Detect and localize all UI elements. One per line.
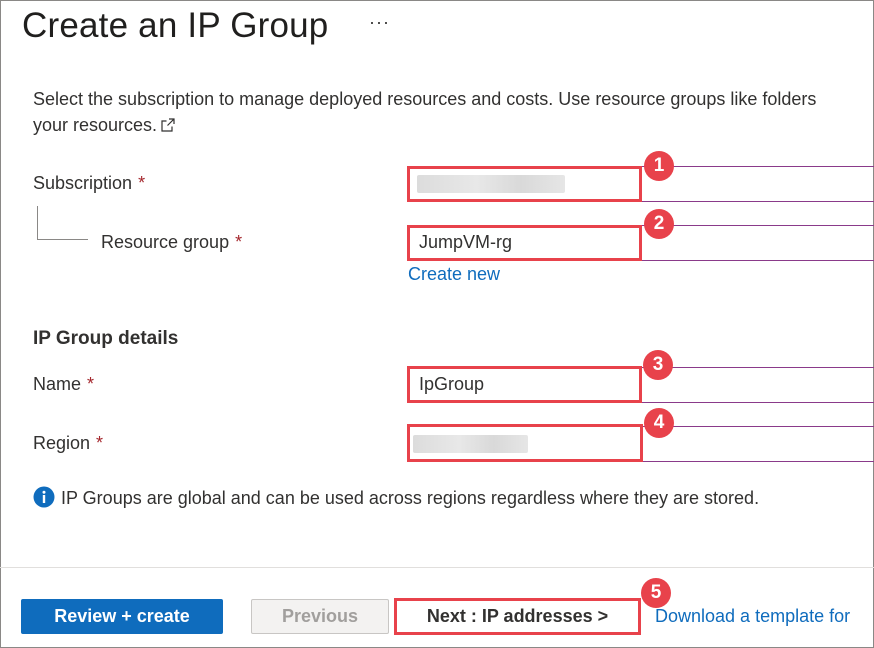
section-heading: IP Group details bbox=[33, 328, 179, 349]
region-label: Region * bbox=[33, 433, 103, 454]
annotation-badge-3: 3 bbox=[643, 350, 673, 380]
annotation-badge-2: 2 bbox=[644, 209, 674, 239]
create-new-link[interactable]: Create new bbox=[408, 264, 500, 285]
required-marker: * bbox=[87, 374, 95, 394]
resource-group-label: Resource group * bbox=[101, 232, 242, 253]
external-link-icon[interactable] bbox=[161, 113, 175, 132]
region-dropdown[interactable] bbox=[407, 426, 874, 462]
previous-button[interactable]: Previous bbox=[251, 599, 389, 634]
tree-connector bbox=[37, 206, 88, 240]
description-line2-wrap: your resources. bbox=[33, 112, 873, 138]
annotation-badge-5: 5 bbox=[641, 578, 671, 608]
review-create-button[interactable]: Review + create bbox=[21, 599, 223, 634]
name-value: IpGroup bbox=[419, 374, 485, 394]
name-label-text: Name bbox=[33, 374, 82, 394]
required-marker: * bbox=[96, 433, 104, 453]
description-line2: your resources. bbox=[33, 115, 158, 135]
annotation-badge-4: 4 bbox=[644, 408, 674, 438]
region-label-text: Region bbox=[33, 433, 91, 453]
subscription-dropdown[interactable] bbox=[407, 166, 874, 202]
name-input[interactable]: IpGroup bbox=[407, 367, 874, 403]
redacted-region bbox=[413, 435, 528, 453]
description-line1: Select the subscription to manage deploy… bbox=[33, 89, 817, 109]
info-text: IP Groups are global and can be used acr… bbox=[61, 488, 760, 508]
download-template-link[interactable]: Download a template for bbox=[655, 606, 850, 627]
resource-group-value: JumpVM-rg bbox=[419, 232, 513, 252]
description: Select the subscription to manage deploy… bbox=[33, 86, 873, 138]
annotation-badge-1: 1 bbox=[644, 151, 674, 181]
footer-divider bbox=[0, 567, 874, 568]
required-marker: * bbox=[235, 232, 243, 252]
redacted-subscription bbox=[417, 175, 565, 193]
resource-group-dropdown[interactable]: JumpVM-rg bbox=[407, 225, 874, 261]
more-icon[interactable]: ··· bbox=[369, 12, 390, 33]
subscription-label: Subscription * bbox=[33, 173, 145, 194]
next-ip-addresses-button[interactable]: Next : IP addresses > bbox=[395, 599, 640, 634]
info-icon bbox=[33, 486, 55, 508]
resource-group-label-text: Resource group bbox=[101, 232, 230, 252]
required-marker: * bbox=[138, 173, 146, 193]
subscription-label-text: Subscription bbox=[33, 173, 133, 193]
page-title: Create an IP Group bbox=[22, 6, 329, 45]
info-message: IP Groups are global and can be used acr… bbox=[33, 486, 759, 509]
name-label: Name * bbox=[33, 374, 94, 395]
